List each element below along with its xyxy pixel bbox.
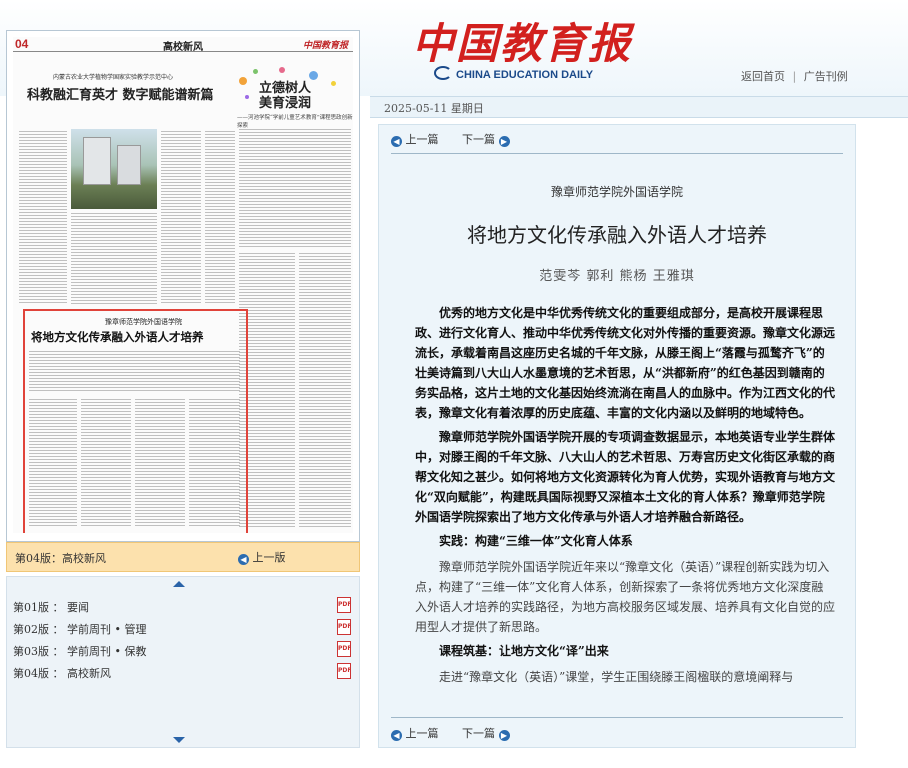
divider: [391, 717, 843, 718]
logo-mark-icon: [434, 66, 452, 80]
prev-article-link[interactable]: ◀ 上一篇: [391, 727, 439, 741]
article-paragraph: 豫章师范学院外国语学院开展的专项调查数据显示，本地英语专业学生群体中，对滕王阁的…: [415, 430, 835, 524]
scroll-up-arrow-icon[interactable]: [173, 581, 185, 587]
page-list: 第01版 ： 要闻 PDF 第02版 ： 学前周刊 • 管理 PDF 第03版 …: [6, 576, 360, 748]
next-article-link[interactable]: 下一篇 ▶: [462, 727, 510, 741]
article-nav-top: ◀ 上一篇 下一篇 ▶: [391, 131, 510, 147]
home-link[interactable]: 返回首页: [741, 70, 785, 83]
article-paragraph: 走进“豫章文化（英语）”课堂，学生正围绕滕王阁楹联的意境阐释与: [439, 670, 794, 684]
arrow-left-icon: ◀: [391, 730, 402, 741]
highlight-title: 将地方文化传承融入外语人才培养: [31, 330, 204, 344]
article-subtitle: 豫章师范学院外国语学院: [550, 185, 683, 199]
prev-article-link[interactable]: ◀ 上一篇: [391, 133, 439, 147]
article-section-heading: 实践：构建“三维一体”文化育人体系: [439, 534, 633, 548]
page-thumbnail-frame: 04 高校新风 中国教育报 内蒙古农业大学植物学国家实验教学示范中心 科教融汇育…: [6, 30, 360, 542]
article-authors: 范雯芩 郭利 熊杨 王雅琪: [539, 269, 695, 284]
current-page-label: 第04版：高校新风: [15, 552, 106, 565]
thumbnail-header: 04 高校新风 中国教育报: [13, 37, 353, 53]
thumbnail-headline-left[interactable]: 科教融汇育英才 数字赋能谱新篇: [27, 84, 214, 103]
arrow-left-icon: ◀: [238, 554, 249, 565]
pdf-icon[interactable]: PDF: [337, 641, 351, 657]
page-list-item[interactable]: 第04版 ： 高校新风: [13, 665, 111, 681]
thumbnail-section: 高校新风: [163, 42, 203, 53]
thumbnail-page-number: 04: [15, 37, 29, 51]
top-links: 返回首页 | 广告刊例: [741, 68, 848, 84]
next-article-link[interactable]: 下一篇 ▶: [462, 133, 510, 147]
pdf-icon[interactable]: PDF: [337, 619, 351, 635]
page-list-item[interactable]: 第02版 ： 学前周刊 • 管理: [13, 621, 146, 637]
scroll-down-arrow-icon[interactable]: [173, 737, 185, 743]
link-separator: |: [792, 70, 797, 83]
current-page-bar: 第04版：高校新风 ◀ 上一版: [6, 542, 360, 572]
arrow-right-icon: ▶: [498, 136, 510, 147]
site-logo-english: CHINA EDUCATION DAILY: [434, 66, 593, 81]
divider: [391, 153, 843, 154]
thumbnail-headline-right-sub: ——河池学院“学前儿童艺术教育”课程思政创新探索: [237, 115, 353, 129]
thumbnail-subheadline: 内蒙古农业大学植物学国家实验教学示范中心: [53, 74, 174, 81]
pdf-icon[interactable]: PDF: [337, 597, 351, 613]
issue-date: 2025-05-11 星期日: [384, 102, 484, 115]
site-logo[interactable]: 中国教育报: [412, 10, 632, 71]
article-paragraph: 豫章师范学院外国语学院近年来以“豫章文化（英语）”课程创新实践为切入点，构建了“…: [415, 560, 835, 634]
pdf-icon[interactable]: PDF: [337, 663, 351, 679]
highlight-subtitle: 豫章师范学院外国语学院: [105, 318, 182, 326]
article-title: 将地方文化传承融入外语人才培养: [467, 223, 767, 247]
ads-link[interactable]: 广告刊例: [804, 70, 848, 83]
thumbnail-brand: 中国教育报: [303, 41, 349, 51]
article-body: 优秀的地方文化是中华优秀传统文化的重要组成部分，是高校开展课程思政、进行文化育人…: [415, 303, 835, 713]
article-panel: ◀ 上一篇 下一篇 ▶ 豫章师范学院外国语学院 将地方文化传承融入外语人才培养 …: [378, 124, 856, 748]
date-bar: 2025-05-11 星期日: [370, 96, 908, 118]
thumbnail-photo: [71, 129, 157, 209]
previous-page-button[interactable]: ◀ 上一版: [238, 549, 286, 565]
article-nav-bottom: ◀ 上一篇 下一篇 ▶: [391, 725, 510, 741]
page-list-item[interactable]: 第01版 ： 要闻: [13, 599, 89, 615]
page-thumbnail[interactable]: 04 高校新风 中国教育报 内蒙古农业大学植物学国家实验教学示范中心 科教融汇育…: [13, 37, 353, 533]
arrow-right-icon: ▶: [498, 730, 510, 741]
article-section-heading: 课程筑基：让地方文化“译”出来: [439, 644, 609, 658]
arrow-left-icon: ◀: [391, 136, 402, 147]
thumbnail-headline-right[interactable]: 立德树人 美育浸润: [259, 81, 311, 111]
selected-article-highlight[interactable]: 豫章师范学院外国语学院 将地方文化传承融入外语人才培养: [23, 309, 248, 533]
page-list-item[interactable]: 第03版 ： 学前周刊 • 保教: [13, 643, 146, 659]
article-paragraph: 优秀的地方文化是中华优秀传统文化的重要组成部分，是高校开展课程思政、进行文化育人…: [415, 306, 835, 420]
